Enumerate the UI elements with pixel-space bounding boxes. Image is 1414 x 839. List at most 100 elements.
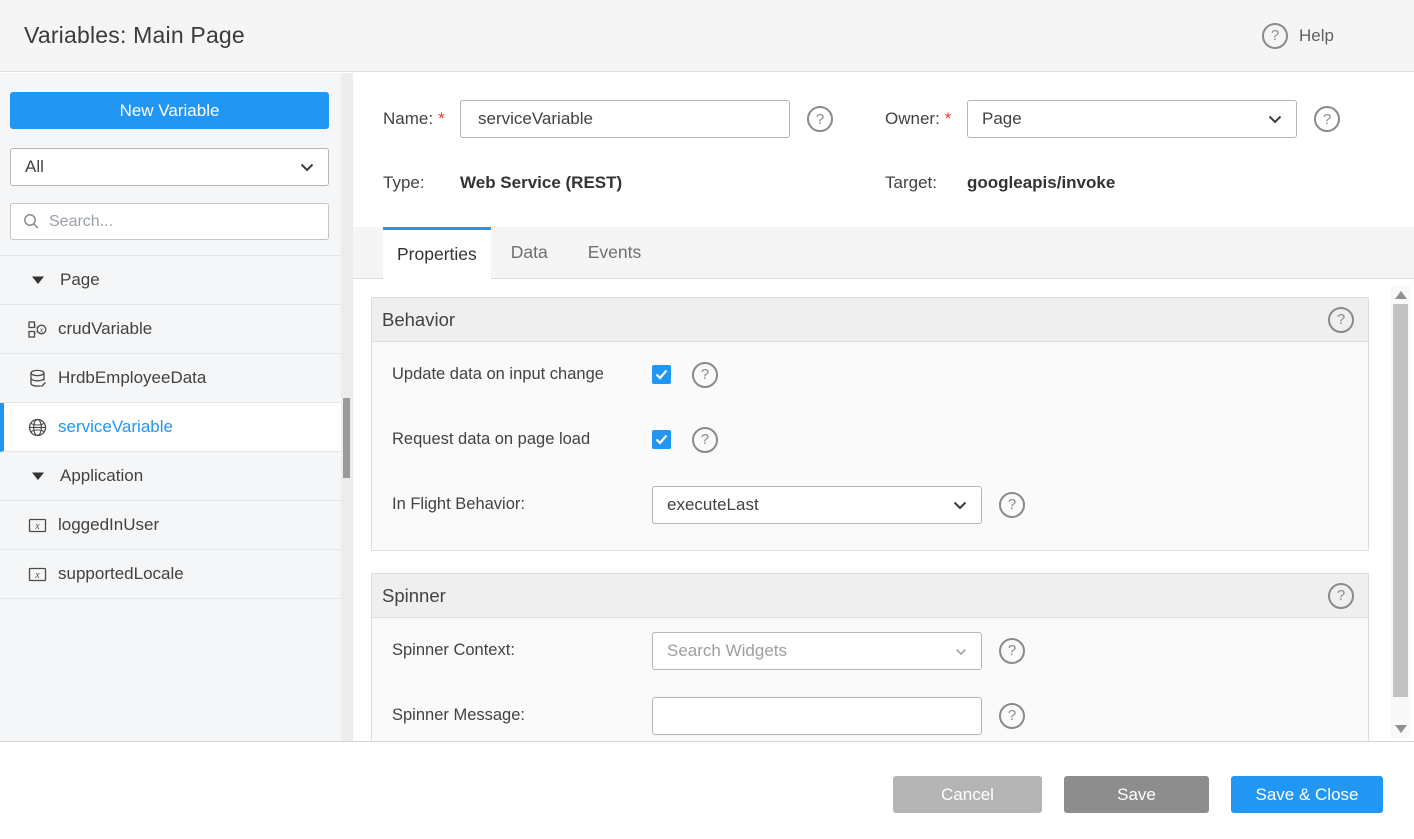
help-button[interactable]: ? Help bbox=[1262, 23, 1334, 49]
variables-dialog: Variables: Main Page ? Help New Variable… bbox=[0, 0, 1414, 839]
tab-events[interactable]: Events bbox=[568, 227, 662, 278]
sidebar-item-label: HrdbEmployeeData bbox=[58, 368, 206, 388]
dialog-header: Variables: Main Page ? Help bbox=[0, 0, 1414, 72]
scroll-down-arrow-icon[interactable] bbox=[1395, 725, 1407, 733]
sidebar-group-page[interactable]: Page bbox=[0, 256, 341, 305]
request-data-label: Request data on page load bbox=[392, 430, 652, 449]
new-variable-button[interactable]: New Variable bbox=[10, 92, 329, 129]
spinner-section: Spinner ? Spinner Context: Search Widget… bbox=[371, 573, 1369, 741]
content-scrollbar-thumb[interactable] bbox=[1393, 304, 1408, 697]
in-flight-behavior-row: In Flight Behavior: executeLast ? bbox=[372, 472, 1368, 537]
in-flight-behavior-value: executeLast bbox=[667, 495, 759, 515]
name-input[interactable] bbox=[460, 100, 790, 138]
sidebar-scrollbar-thumb[interactable] bbox=[343, 398, 350, 478]
variable-filter-select[interactable]: All bbox=[10, 148, 329, 186]
variable-list: Page x crudVariable HrdbEmployeeData ser… bbox=[0, 255, 341, 599]
spinner-help-icon[interactable]: ? bbox=[1328, 583, 1354, 609]
type-value: Web Service (REST) bbox=[460, 173, 622, 193]
behavior-section: Behavior ? Update data on input change ?… bbox=[371, 297, 1369, 551]
owner-select-value: Page bbox=[982, 109, 1022, 129]
spinner-message-input[interactable] bbox=[652, 697, 982, 735]
request-data-help-icon[interactable]: ? bbox=[692, 427, 718, 453]
target-value: googleapis/invoke bbox=[967, 173, 1115, 193]
search-icon bbox=[23, 213, 40, 230]
spinner-context-select[interactable]: Search Widgets bbox=[652, 632, 982, 670]
sidebar-group-application[interactable]: Application bbox=[0, 452, 341, 501]
scroll-up-arrow-icon[interactable] bbox=[1395, 291, 1407, 299]
target-field-group: Target: googleapis/invoke bbox=[885, 168, 1115, 198]
svg-text:x: x bbox=[34, 521, 40, 532]
chevron-down-icon bbox=[953, 495, 967, 515]
search-input[interactable] bbox=[49, 213, 316, 231]
sidebar-item-label: loggedInUser bbox=[58, 515, 159, 535]
spinner-context-help-icon[interactable]: ? bbox=[999, 638, 1025, 664]
request-data-row: Request data on page load ? bbox=[372, 407, 1368, 472]
name-field-group: Name: * ? bbox=[383, 100, 833, 138]
request-data-checkbox[interactable] bbox=[652, 430, 671, 449]
variables-sidebar: New Variable All Page x bbox=[0, 73, 353, 741]
sidebar-item-hrdbemployeedata[interactable]: HrdbEmployeeData bbox=[0, 354, 341, 403]
required-marker: * bbox=[945, 109, 952, 129]
chevron-down-icon bbox=[1268, 109, 1282, 129]
crud-variable-icon: x bbox=[28, 320, 47, 339]
sidebar-group-label: Page bbox=[60, 270, 100, 290]
variable-x-icon: x bbox=[28, 516, 47, 535]
spinner-message-help-icon[interactable]: ? bbox=[999, 703, 1025, 729]
dialog-footer: Cancel Save Save & Close bbox=[0, 741, 1414, 839]
content-scrollbar[interactable] bbox=[1391, 286, 1410, 738]
sidebar-item-crudvariable[interactable]: x crudVariable bbox=[0, 305, 341, 354]
type-label: Type: bbox=[383, 173, 425, 193]
tab-data[interactable]: Data bbox=[491, 227, 568, 278]
spinner-message-row: Spinner Message: ? bbox=[372, 683, 1368, 741]
behavior-section-header: Behavior ? bbox=[372, 298, 1368, 342]
owner-help-icon[interactable]: ? bbox=[1314, 106, 1340, 132]
cancel-button[interactable]: Cancel bbox=[893, 776, 1042, 813]
variable-detail-panel: Name: * ? Owner: * Page ? Type: Web bbox=[353, 73, 1414, 741]
globe-icon bbox=[28, 418, 47, 437]
triangle-down-icon bbox=[28, 275, 47, 285]
save-button[interactable]: Save bbox=[1064, 776, 1209, 813]
behavior-section-title: Behavior bbox=[382, 309, 455, 331]
in-flight-behavior-label: In Flight Behavior: bbox=[392, 495, 652, 514]
svg-text:x: x bbox=[34, 570, 40, 581]
spinner-section-title: Spinner bbox=[382, 585, 446, 607]
sidebar-scrollbar[interactable] bbox=[341, 73, 353, 741]
owner-field-group: Owner: * Page ? bbox=[885, 100, 1340, 138]
spinner-section-header: Spinner ? bbox=[372, 574, 1368, 618]
chevron-down-icon bbox=[300, 157, 314, 177]
name-help-icon[interactable]: ? bbox=[807, 106, 833, 132]
target-label: Target: bbox=[885, 173, 937, 193]
sidebar-item-label: supportedLocale bbox=[58, 564, 184, 584]
spinner-context-label: Spinner Context: bbox=[392, 641, 652, 660]
owner-label: Owner: bbox=[885, 109, 940, 129]
chevron-down-icon bbox=[955, 641, 967, 661]
help-label: Help bbox=[1299, 26, 1334, 46]
variable-search[interactable] bbox=[10, 203, 329, 240]
update-data-help-icon[interactable]: ? bbox=[692, 362, 718, 388]
update-data-row: Update data on input change ? bbox=[372, 342, 1368, 407]
in-flight-behavior-help-icon[interactable]: ? bbox=[999, 492, 1025, 518]
spinner-context-row: Spinner Context: Search Widgets ? bbox=[372, 618, 1368, 683]
in-flight-behavior-select[interactable]: executeLast bbox=[652, 486, 982, 524]
properties-tab-content: Behavior ? Update data on input change ?… bbox=[353, 280, 1390, 741]
update-data-label: Update data on input change bbox=[392, 365, 652, 384]
page-title: Variables: Main Page bbox=[24, 22, 245, 49]
name-label: Name: bbox=[383, 109, 433, 129]
sidebar-item-label: crudVariable bbox=[58, 319, 152, 339]
sidebar-group-label: Application bbox=[60, 466, 143, 486]
behavior-help-icon[interactable]: ? bbox=[1328, 307, 1354, 333]
variable-filter-value: All bbox=[25, 157, 44, 177]
sidebar-item-loggedinuser[interactable]: x loggedInUser bbox=[0, 501, 341, 550]
required-marker: * bbox=[438, 109, 445, 129]
type-field-group: Type: Web Service (REST) bbox=[383, 168, 622, 198]
database-icon bbox=[28, 369, 47, 388]
owner-select[interactable]: Page bbox=[967, 100, 1297, 138]
svg-text:x: x bbox=[39, 324, 44, 334]
sidebar-item-supportedlocale[interactable]: x supportedLocale bbox=[0, 550, 341, 599]
variable-x-icon: x bbox=[28, 565, 47, 584]
update-data-checkbox[interactable] bbox=[652, 365, 671, 384]
triangle-down-icon bbox=[28, 471, 47, 481]
save-and-close-button[interactable]: Save & Close bbox=[1231, 776, 1383, 813]
sidebar-item-servicevariable[interactable]: serviceVariable bbox=[0, 403, 341, 452]
tab-properties[interactable]: Properties bbox=[383, 227, 491, 279]
